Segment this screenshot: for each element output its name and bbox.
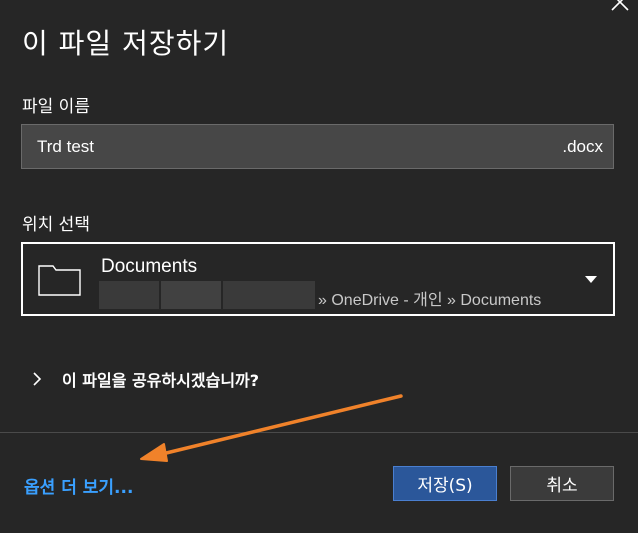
location-label: 위치 선택	[22, 215, 90, 235]
divider	[0, 432, 638, 433]
dialog-title: 이 파일 저장하기	[22, 27, 230, 60]
chevron-right-icon	[33, 372, 42, 386]
cancel-button[interactable]: 취소	[510, 466, 614, 501]
close-icon[interactable]	[610, 0, 630, 12]
share-prompt: 이 파일을 공유하시겠습니까?	[62, 371, 260, 390]
share-expander[interactable]: 이 파일을 공유하시겠습니까?	[30, 366, 259, 392]
redacted-path-segment	[161, 281, 221, 309]
location-name: Documents	[101, 256, 198, 277]
location-dropdown[interactable]: Documents » OneDrive - 개인 » Documents	[21, 242, 615, 316]
save-button[interactable]: 저장(S)	[393, 466, 497, 501]
filename-field[interactable]: Trd test .docx	[21, 124, 614, 169]
filename-input[interactable]: Trd test	[37, 125, 94, 168]
redacted-path-segment	[223, 281, 315, 309]
location-path: » OneDrive - 개인 » Documents	[318, 292, 542, 309]
filename-label: 파일 이름	[22, 97, 90, 117]
file-extension: .docx	[562, 137, 603, 156]
folder-icon	[38, 265, 81, 296]
dropdown-triangle-icon[interactable]	[585, 276, 597, 284]
more-options-link[interactable]: 옵션 더 보기...	[24, 473, 133, 498]
redacted-path-segment	[99, 281, 159, 309]
